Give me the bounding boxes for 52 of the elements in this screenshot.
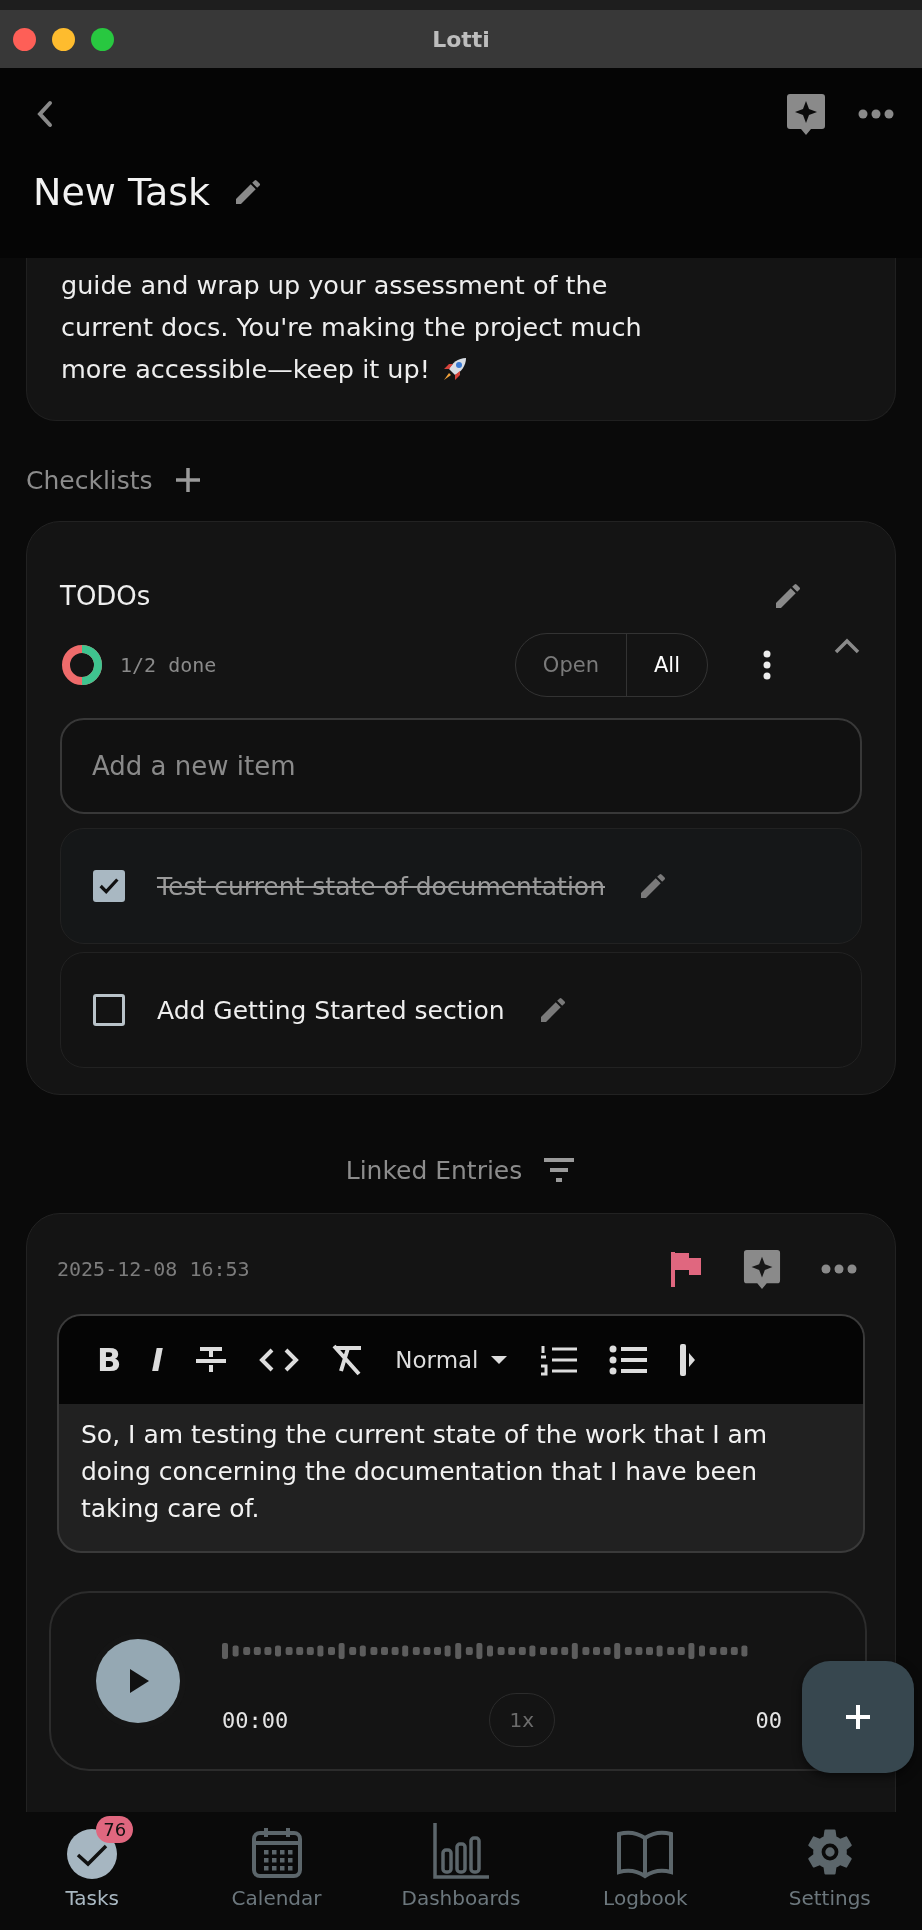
duration-time: 00 — [755, 1707, 782, 1733]
nav-tab[interactable]: 76 Tasks — [12, 1812, 173, 1910]
book-icon — [616, 1828, 675, 1880]
sparkle-chat-icon[interactable] — [743, 1248, 781, 1290]
close-window-button[interactable] — [13, 27, 36, 51]
nav-tab[interactable]: Dashboards — [380, 1812, 541, 1910]
task-title: New Task — [33, 170, 210, 214]
more-vertical-icon[interactable] — [762, 650, 772, 680]
filter-tab[interactable]: Open — [515, 634, 626, 696]
text-editor[interactable]: B I Normal So, I am testing the current state of the work that I am doing concerning the documentation that I have been taking care of. — [57, 1314, 865, 1553]
bold-button[interactable]: B — [97, 1341, 122, 1379]
maximize-window-button[interactable] — [91, 27, 114, 51]
summary-text-line: more accessible—keep it up! — [61, 353, 430, 386]
bar-chart-icon — [431, 1822, 490, 1880]
sparkle-chat-icon[interactable] — [786, 92, 826, 136]
minimize-window-button[interactable] — [52, 27, 75, 51]
speed-button[interactable]: 1x — [488, 1693, 555, 1747]
flag-icon[interactable] — [669, 1250, 703, 1288]
more-icon[interactable] — [821, 1264, 857, 1274]
summary-text-line: current docs. You're making the project much — [61, 311, 642, 344]
italic-button[interactable]: I — [151, 1341, 164, 1379]
nav-tab[interactable]: Settings — [749, 1812, 910, 1910]
summary-text-line: guide and wrap up your assessment of the — [61, 269, 608, 302]
collapse-icon[interactable] — [832, 636, 862, 656]
style-dropdown[interactable]: Normal — [395, 1347, 509, 1373]
calendar-icon — [249, 1826, 304, 1880]
checkbox[interactable] — [93, 870, 125, 902]
item-text: Add Getting Started section — [157, 995, 505, 1025]
indent-icon[interactable] — [678, 1343, 697, 1377]
checklist-title: TODOs — [60, 581, 151, 611]
checkbox[interactable] — [93, 994, 125, 1026]
position-time: 00:00 — [222, 1707, 289, 1733]
bullet-list-icon[interactable] — [608, 1345, 649, 1375]
numbered-list-icon[interactable] — [538, 1344, 579, 1376]
progress-ring — [60, 643, 104, 687]
entry-date: 2025-12-08 16:53 — [57, 1257, 250, 1281]
item-text: Test current state of documentation — [157, 871, 605, 901]
filter-icon[interactable] — [542, 1155, 577, 1185]
new-item-field[interactable]: Add a new item — [60, 718, 862, 814]
plus-icon — [843, 1702, 873, 1732]
filter-tab[interactable]: All — [625, 634, 707, 696]
checklist-item[interactable]: Test current state of documentation — [60, 828, 862, 944]
checklist-item[interactable]: Add Getting Started section — [60, 952, 862, 1068]
progress-text: 1/2 done — [120, 653, 217, 677]
nav-tab[interactable]: Calendar — [196, 1812, 357, 1910]
linked-entries-label: Linked Entries — [345, 1155, 523, 1185]
entry-text: So, I am testing the current state of the work that I am doing concerning the documentation that I have been taking care of. — [80, 1419, 769, 1525]
nav-tab[interactable]: Logbook — [565, 1812, 726, 1910]
checklists-label: Checklists — [26, 465, 153, 495]
more-icon[interactable] — [858, 109, 894, 119]
count-badge: 76 — [96, 1816, 134, 1843]
window-title: Lotti — [432, 26, 490, 52]
